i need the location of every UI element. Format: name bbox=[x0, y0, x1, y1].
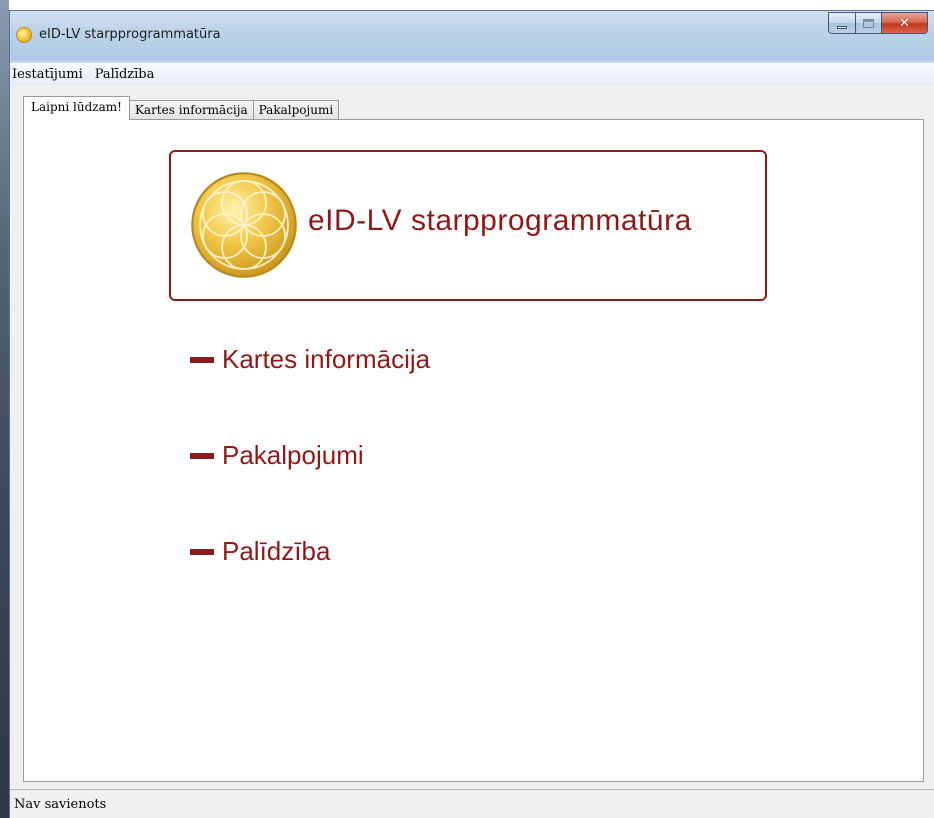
app-coin-icon bbox=[16, 27, 32, 43]
title-bar[interactable]: eID-LV starpprogrammatūra ✕ bbox=[10, 11, 934, 61]
link-card-info-label: Kartes informācija bbox=[222, 344, 430, 375]
menu-help[interactable]: Palīdzība bbox=[93, 67, 161, 82]
app-window: eID-LV starpprogrammatūra ✕ Iestatījumi … bbox=[9, 10, 934, 818]
client-area: Laipni lūdzam! Kartes informācija Pakalp… bbox=[10, 85, 934, 818]
maximize-button[interactable] bbox=[856, 12, 882, 34]
menu-settings[interactable]: Iestatījumi bbox=[10, 67, 89, 82]
link-help[interactable]: Palīdzība bbox=[190, 536, 330, 567]
tab-strip: Laipni lūdzam! Kartes informācija Pakalp… bbox=[23, 98, 339, 120]
welcome-panel: eID-LV starpprogrammatūra Kartes informā… bbox=[23, 119, 924, 782]
dash-icon bbox=[190, 453, 214, 459]
link-services[interactable]: Pakalpojumi bbox=[190, 440, 364, 471]
close-button[interactable]: ✕ bbox=[882, 12, 928, 34]
maximize-icon bbox=[863, 19, 874, 28]
link-help-label: Palīdzība bbox=[222, 536, 330, 567]
dash-icon bbox=[190, 549, 214, 555]
dash-icon bbox=[190, 357, 214, 363]
banner-title: eID-LV starpprogrammatūra bbox=[308, 204, 692, 238]
minimize-icon bbox=[837, 26, 847, 29]
banner: eID-LV starpprogrammatūra bbox=[169, 150, 767, 301]
desktop-background bbox=[0, 0, 9, 818]
close-icon: ✕ bbox=[899, 16, 910, 31]
menu-bar: Iestatījumi Palīdzība bbox=[10, 63, 934, 85]
link-card-info[interactable]: Kartes informācija bbox=[190, 344, 430, 375]
status-text: Nav savienots bbox=[14, 797, 106, 812]
flower-of-life-logo bbox=[189, 170, 299, 280]
tab-services[interactable]: Pakalpojumi bbox=[253, 100, 340, 120]
window-title: eID-LV starpprogrammatūra bbox=[39, 27, 221, 42]
link-services-label: Pakalpojumi bbox=[222, 440, 364, 471]
caption-buttons: ✕ bbox=[828, 12, 928, 34]
tab-welcome[interactable]: Laipni lūdzam! bbox=[23, 96, 130, 120]
minimize-button[interactable] bbox=[828, 12, 856, 34]
status-bar: Nav savienots bbox=[10, 789, 934, 818]
tab-card-info[interactable]: Kartes informācija bbox=[129, 100, 254, 120]
